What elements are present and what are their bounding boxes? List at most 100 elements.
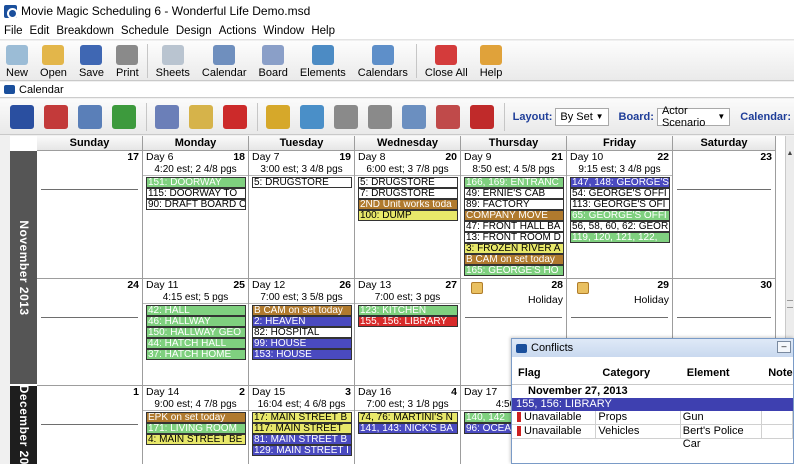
conflict-scene-row[interactable]: 155, 156: LIBRARY: [512, 398, 793, 411]
scene-strip[interactable]: 2: HEAVEN: [252, 316, 352, 327]
no-entry-icon[interactable]: [223, 104, 247, 129]
conflict-row[interactable]: Unavailable Props Gun: [512, 410, 793, 425]
scene-strip[interactable]: 115: DOORWAY TO: [146, 188, 246, 199]
scene-strip[interactable]: 117: MAIN STREET: [252, 423, 352, 434]
scene-strip[interactable]: 141, 143: NICK'S BA: [358, 423, 458, 434]
scene-strip[interactable]: 171: LIVING ROOM: [146, 423, 246, 434]
day-cell[interactable]: 23: [673, 151, 776, 279]
scene-strip[interactable]: EPK on set today: [146, 412, 246, 423]
scene-strip[interactable]: 166, 169: ENTRANC: [464, 177, 564, 188]
scroll-grip[interactable]: [787, 300, 793, 308]
column-element[interactable]: Element: [681, 367, 762, 379]
scene-strip[interactable]: 44: HATCH HALL: [146, 338, 246, 349]
new-button[interactable]: New: [0, 41, 34, 79]
scene-strip[interactable]: 4: MAIN STREET BE: [146, 434, 246, 445]
menu-design[interactable]: Design: [176, 25, 212, 37]
scene-strip[interactable]: 153: HOUSE: [252, 349, 352, 360]
open-button[interactable]: Open: [34, 41, 73, 79]
pin-alt-icon[interactable]: [368, 104, 392, 129]
day-cell[interactable]: Day 6 18 4:20 est; 2 4/8 pgs 151: DOORWAY 11…: [143, 151, 249, 279]
scene-strip[interactable]: 56, 58, 60, 62: GEOR: [570, 221, 670, 232]
scene-strip[interactable]: 13: FRONT ROOM D: [464, 232, 564, 243]
menu-breakdown[interactable]: Breakdown: [56, 25, 114, 37]
day-cell[interactable]: Day 10 22 9:15 est; 3 4/8 pgs 147, 148: GEO…: [567, 151, 673, 279]
calendar-button[interactable]: Calendar: [196, 41, 253, 79]
scene-strip[interactable]: 165: GEORGE'S HO: [464, 265, 564, 276]
scene-strip[interactable]: 113: GEORGE'S OFI: [570, 199, 670, 210]
scene-strip[interactable]: 119, 120, 121, 122,: [570, 232, 670, 243]
bookmark-icon[interactable]: [470, 104, 494, 129]
scene-strip[interactable]: 46: HALLWAY: [146, 316, 246, 327]
menu-help[interactable]: Help: [311, 25, 335, 37]
day-cell[interactable]: Day 16 4 7:00 est; 3 1/8 pgs 74, 76: MARTIN…: [355, 386, 461, 464]
magic-wand-icon[interactable]: [266, 104, 290, 129]
scene-strip[interactable]: 5: DRUGSTORE: [252, 177, 352, 188]
columns-icon[interactable]: [436, 104, 460, 129]
scene-strip[interactable]: 49: ERNIE'S CAB: [464, 188, 564, 199]
scene-strip[interactable]: 74, 76: MARTINI'S N: [358, 412, 458, 423]
menu-actions[interactable]: Actions: [219, 25, 257, 37]
sheets-button[interactable]: Sheets: [150, 41, 196, 79]
scene-strip[interactable]: 151: DOORWAY: [146, 177, 246, 188]
day-cell[interactable]: Day 7 19 3:00 est; 3 4/8 pgs 5: DRUGSTORE: [249, 151, 355, 279]
scene-strip[interactable]: 123: KITCHEN: [358, 305, 458, 316]
day-cell[interactable]: 17: [37, 151, 143, 279]
scene-strip[interactable]: 150: HALLWAY GEO: [146, 327, 246, 338]
board-button[interactable]: Board: [253, 41, 294, 79]
close-all-button[interactable]: Close All: [419, 41, 474, 79]
calendars-button[interactable]: Calendars: [352, 41, 414, 79]
strips-icon[interactable]: [78, 104, 102, 129]
pin-icon[interactable]: [334, 104, 358, 129]
scissors-icon[interactable]: [155, 104, 179, 129]
scene-strip[interactable]: 37: HATCH HOME: [146, 349, 246, 360]
scene-strip[interactable]: 5: DRUGSTORE: [358, 177, 458, 188]
elements-button[interactable]: Elements: [294, 41, 352, 79]
scene-strip[interactable]: 90: DRAFT BOARD O: [146, 199, 246, 210]
day-cell[interactable]: Day 11 25 4:15 est; 5 pgs 42: HALL 46: HALLW…: [143, 279, 249, 386]
scene-strip[interactable]: 65: GEORGE'S OFFI: [570, 210, 670, 221]
menu-window[interactable]: Window: [263, 25, 304, 37]
layout-select[interactable]: By Set ▼: [555, 107, 609, 126]
scene-strip[interactable]: 129: MAIN STREET I: [252, 445, 352, 456]
day-cell[interactable]: 24: [37, 279, 143, 386]
scene-strip[interactable]: 2ND Unit works toda: [358, 199, 458, 210]
scene-strip[interactable]: 155, 156: LIBRARY: [358, 316, 458, 327]
scene-strip[interactable]: 81: MAIN STREET B: [252, 434, 352, 445]
sort-az-icon[interactable]: [300, 104, 324, 129]
column-note[interactable]: Note: [762, 367, 793, 379]
scroll-up-icon[interactable]: ▲: [786, 150, 794, 157]
day-cell[interactable]: Day 15 3 16:04 est; 4 6/8 pgs 17: MAIN STRE…: [249, 386, 355, 464]
menu-edit[interactable]: Edit: [30, 25, 50, 37]
print-button[interactable]: Print: [110, 41, 145, 79]
scene-strip[interactable]: COMPANY MOVE: [464, 210, 564, 221]
notes-icon[interactable]: [189, 104, 213, 129]
report-icon[interactable]: [402, 104, 426, 129]
day-cell[interactable]: Day 8 20 6:00 est; 3 7/8 pgs 5: DRUGSTORE 7:…: [355, 151, 461, 279]
day-cell[interactable]: Day 12 26 7:00 est; 3 5/8 pgs B CAM on set …: [249, 279, 355, 386]
day-cell[interactable]: Day 13 27 7:00 est; 3 pgs 123: KITCHEN 155, …: [355, 279, 461, 386]
save-button[interactable]: Save: [73, 41, 110, 79]
column-category[interactable]: Category: [596, 367, 680, 379]
scene-strip[interactable]: 82: HOSPITAL: [252, 327, 352, 338]
scene-strip[interactable]: 7: DRUGSTORE: [358, 188, 458, 199]
conflict-date-group[interactable]: November 27, 2013: [512, 385, 793, 398]
scene-strip[interactable]: 100: DUMP: [358, 210, 458, 221]
scene-strip[interactable]: B CAM on set today: [252, 305, 352, 316]
text-tool-icon[interactable]: [10, 104, 34, 129]
scene-strip[interactable]: 54: GEORGE'S OFFI: [570, 188, 670, 199]
board-select[interactable]: Actor Scenario ▼: [656, 105, 731, 129]
scene-strip[interactable]: 99: HOUSE: [252, 338, 352, 349]
day-cell[interactable]: 1: [37, 386, 143, 464]
help-button[interactable]: Help: [474, 41, 509, 79]
scene-strip[interactable]: 47: FRONT HALL BA: [464, 221, 564, 232]
conflict-row[interactable]: Unavailable Vehicles Bert's Police Car: [512, 424, 793, 450]
minimize-icon[interactable]: –: [777, 341, 791, 353]
erase-strip-icon[interactable]: [44, 104, 68, 129]
scene-strip[interactable]: 3: FROZEN RIVER A: [464, 243, 564, 254]
scene-strip[interactable]: B CAM on set today: [464, 254, 564, 265]
scene-strip[interactable]: 17: MAIN STREET B: [252, 412, 352, 423]
day-cell[interactable]: Day 9 21 8:50 est; 4 5/8 pgs 166, 169: ENTR…: [461, 151, 567, 279]
scene-strip[interactable]: 89: FACTORY: [464, 199, 564, 210]
conflicts-title-bar[interactable]: Conflicts: [512, 339, 793, 357]
day-break-icon[interactable]: [112, 104, 136, 129]
